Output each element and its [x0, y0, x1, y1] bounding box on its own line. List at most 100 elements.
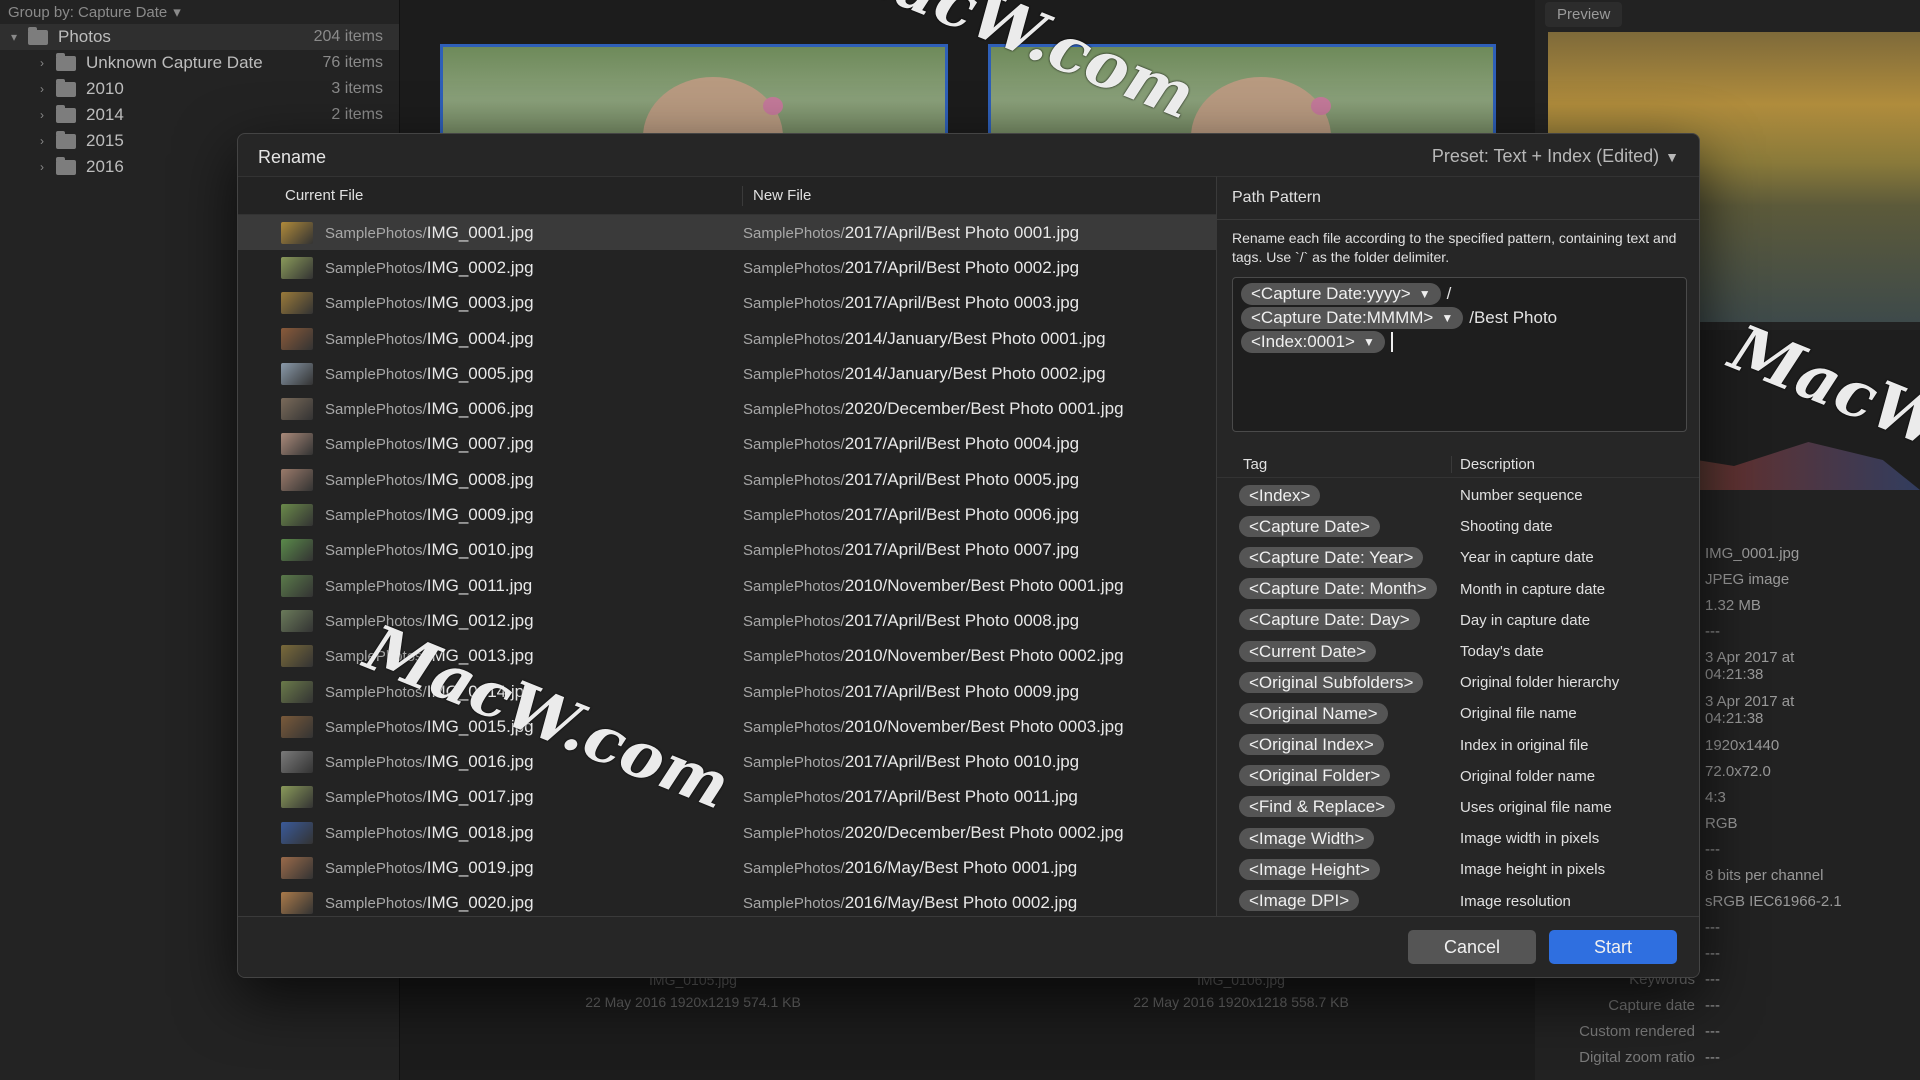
tag-pill[interactable]: <Capture Date: Month> — [1239, 578, 1437, 600]
tab-preview[interactable]: Preview — [1545, 2, 1623, 27]
dialog-footer: Cancel Start — [238, 916, 1699, 977]
metadata-value: 3 Apr 2017 at 04:21:38 — [1705, 649, 1795, 683]
file-row[interactable]: SamplePhotos/IMG_0010.jpg SamplePhotos/20… — [238, 533, 1216, 568]
file-row[interactable]: SamplePhotos/IMG_0018.jpg SamplePhotos/20… — [238, 815, 1216, 850]
new-file-name: SamplePhotos/2016/May/Best Photo 0002.jp… — [743, 893, 1077, 913]
new-file-name: SamplePhotos/2014/January/Best Photo 000… — [743, 329, 1106, 349]
chevron-down-icon[interactable]: ▼ — [1419, 287, 1431, 301]
file-name: IMG_0016.jpg — [426, 752, 534, 772]
preset-selector[interactable]: Preset: Text + Index (Edited) ▼ — [1432, 146, 1679, 167]
metadata-value: --- — [1705, 945, 1720, 962]
file-name: IMG_0014.jpg — [426, 681, 534, 701]
chevron-right-icon[interactable]: › — [0, 160, 56, 174]
tag-pill[interactable]: <Original Folder> — [1239, 765, 1391, 787]
column-current-file[interactable]: Current File — [238, 185, 743, 206]
file-name: IMG_0012.jpg — [426, 610, 534, 630]
file-name: 2010/November/Best Photo 0003.jpg — [844, 716, 1124, 736]
chevron-right-icon[interactable]: › — [0, 134, 56, 148]
token-capture-year[interactable]: <Capture Date:yyyy> ▼ — [1241, 283, 1441, 305]
tag-row[interactable]: <Index> Number sequence — [1217, 480, 1699, 511]
tag-description: Day in capture date — [1460, 611, 1591, 629]
file-row[interactable]: SamplePhotos/IMG_0016.jpg SamplePhotos/20… — [238, 744, 1216, 779]
tag-pill[interactable]: <Capture Date: Day> — [1239, 609, 1420, 631]
chevron-down-icon[interactable]: ▼ — [1441, 311, 1453, 325]
chevron-right-icon[interactable]: › — [0, 56, 56, 70]
sidebar-item[interactable]: › 2010 3 items — [0, 76, 399, 102]
file-row[interactable]: SamplePhotos/IMG_0005.jpg SamplePhotos/20… — [238, 356, 1216, 391]
file-row[interactable]: SamplePhotos/IMG_0002.jpg SamplePhotos/20… — [238, 250, 1216, 285]
file-row[interactable]: SamplePhotos/IMG_0014.jpg SamplePhotos/20… — [238, 674, 1216, 709]
folder-prefix: SamplePhotos/ — [743, 895, 845, 913]
file-row[interactable]: SamplePhotos/IMG_0001.jpg SamplePhotos/20… — [238, 215, 1216, 251]
metadata-key: Capture date — [1608, 997, 1695, 1014]
file-name: 2014/January/Best Photo 0002.jpg — [844, 363, 1106, 383]
file-row[interactable]: SamplePhotos/IMG_0012.jpg SamplePhotos/20… — [238, 603, 1216, 638]
tag-row[interactable]: <Image Width> Image width in pixels — [1217, 823, 1699, 854]
tag-row[interactable]: <Capture Date> Shooting date — [1217, 511, 1699, 542]
tag-pill[interactable]: <Original Subfolders> — [1239, 671, 1424, 693]
file-row[interactable]: SamplePhotos/IMG_0008.jpg SamplePhotos/20… — [238, 462, 1216, 497]
file-thumbnail — [281, 398, 313, 421]
chevron-right-icon[interactable]: › — [0, 82, 56, 96]
file-row[interactable]: SamplePhotos/IMG_0004.jpg SamplePhotos/20… — [238, 321, 1216, 356]
file-row[interactable]: SamplePhotos/IMG_0019.jpg SamplePhotos/20… — [238, 850, 1216, 885]
folder-prefix: SamplePhotos/ — [325, 507, 427, 525]
current-file-name: SamplePhotos/IMG_0012.jpg — [325, 611, 743, 631]
chevron-down-icon[interactable]: ▾ — [0, 30, 28, 44]
metadata-key: Custom rendered — [1579, 1023, 1695, 1040]
file-row[interactable]: SamplePhotos/IMG_0007.jpg SamplePhotos/20… — [238, 427, 1216, 462]
tag-row[interactable]: <Capture Date: Year> Year in capture date — [1217, 542, 1699, 573]
tag-row[interactable]: <Original Folder> Original folder name — [1217, 761, 1699, 792]
current-file-name: SamplePhotos/IMG_0015.jpg — [325, 717, 743, 737]
pattern-editor[interactable]: <Capture Date:yyyy> ▼ / <Capture Date:MMM… — [1232, 277, 1687, 432]
start-button[interactable]: Start — [1549, 930, 1677, 964]
tag-pill[interactable]: <Original Index> — [1239, 734, 1384, 756]
file-thumbnail — [281, 256, 313, 279]
chevron-right-icon[interactable]: › — [0, 108, 56, 122]
tag-pill[interactable]: <Original Name> — [1239, 702, 1388, 724]
tag-pill[interactable]: <Image DPI> — [1239, 890, 1360, 912]
folder-icon — [56, 104, 76, 123]
sidebar-item[interactable]: › 2014 2 items — [0, 102, 399, 128]
chevron-down-icon[interactable]: ▼ — [1363, 335, 1375, 349]
tag-pill[interactable]: <Current Date> — [1239, 640, 1377, 662]
tag-row[interactable]: <Image Height> Image height in pixels — [1217, 854, 1699, 885]
tag-row[interactable]: <Original Subfolders> Original folder hie… — [1217, 667, 1699, 698]
group-by-control[interactable]: Group by: Capture Date ▾ — [0, 0, 399, 24]
cancel-button[interactable]: Cancel — [1408, 930, 1536, 964]
tag-pill[interactable]: <Capture Date: Year> — [1239, 546, 1424, 568]
metadata-value: JPEG image — [1705, 571, 1790, 588]
tag-row[interactable]: <Image DPI> Image resolution — [1217, 885, 1699, 916]
folder-icon — [56, 52, 76, 71]
tag-description: Uses original file name — [1460, 798, 1612, 816]
tag-pill[interactable]: <Find & Replace> — [1239, 796, 1396, 818]
tag-cell: <Capture Date: Month> — [1217, 578, 1452, 600]
file-row[interactable]: SamplePhotos/IMG_0003.jpg SamplePhotos/20… — [238, 286, 1216, 321]
tag-row[interactable]: <Original Index> Index in original file — [1217, 730, 1699, 761]
file-name: IMG_0009.jpg — [426, 505, 534, 525]
sidebar-item[interactable]: › Unknown Capture Date 76 items — [0, 50, 399, 76]
file-row[interactable]: SamplePhotos/IMG_0017.jpg SamplePhotos/20… — [238, 780, 1216, 815]
folder-prefix: SamplePhotos/ — [325, 895, 427, 913]
tag-pill[interactable]: <Image Height> — [1239, 858, 1380, 880]
tag-row[interactable]: <Original Name> Original file name — [1217, 698, 1699, 729]
tag-row[interactable]: <Current Date> Today's date — [1217, 636, 1699, 667]
tag-row[interactable]: <Capture Date: Month> Month in capture da… — [1217, 574, 1699, 605]
sidebar-item[interactable]: ▾ Photos 204 items — [0, 24, 399, 50]
tag-row[interactable]: <Capture Date: Day> Day in capture date — [1217, 605, 1699, 636]
tag-pill[interactable]: <Index> — [1239, 484, 1321, 506]
file-row[interactable]: SamplePhotos/IMG_0009.jpg SamplePhotos/20… — [238, 497, 1216, 532]
path-pattern-description: Rename each file according to the specif… — [1232, 230, 1677, 265]
current-file-name: SamplePhotos/IMG_0013.jpg — [325, 646, 743, 666]
file-row[interactable]: SamplePhotos/IMG_0013.jpg SamplePhotos/20… — [238, 639, 1216, 674]
file-row[interactable]: SamplePhotos/IMG_0006.jpg SamplePhotos/20… — [238, 391, 1216, 426]
tag-row[interactable]: <Find & Replace> Uses original file name — [1217, 792, 1699, 823]
tag-pill[interactable]: <Image Width> — [1239, 827, 1375, 849]
column-new-file[interactable]: New File — [743, 187, 811, 204]
token-index[interactable]: <Index:0001> ▼ — [1241, 331, 1385, 353]
file-row[interactable]: SamplePhotos/IMG_0011.jpg SamplePhotos/20… — [238, 568, 1216, 603]
tag-pill[interactable]: <Capture Date> — [1239, 515, 1380, 537]
file-row[interactable]: SamplePhotos/IMG_0015.jpg SamplePhotos/20… — [238, 709, 1216, 744]
file-name: IMG_0015.jpg — [426, 716, 534, 736]
token-capture-month[interactable]: <Capture Date:MMMM> ▼ — [1241, 307, 1464, 329]
